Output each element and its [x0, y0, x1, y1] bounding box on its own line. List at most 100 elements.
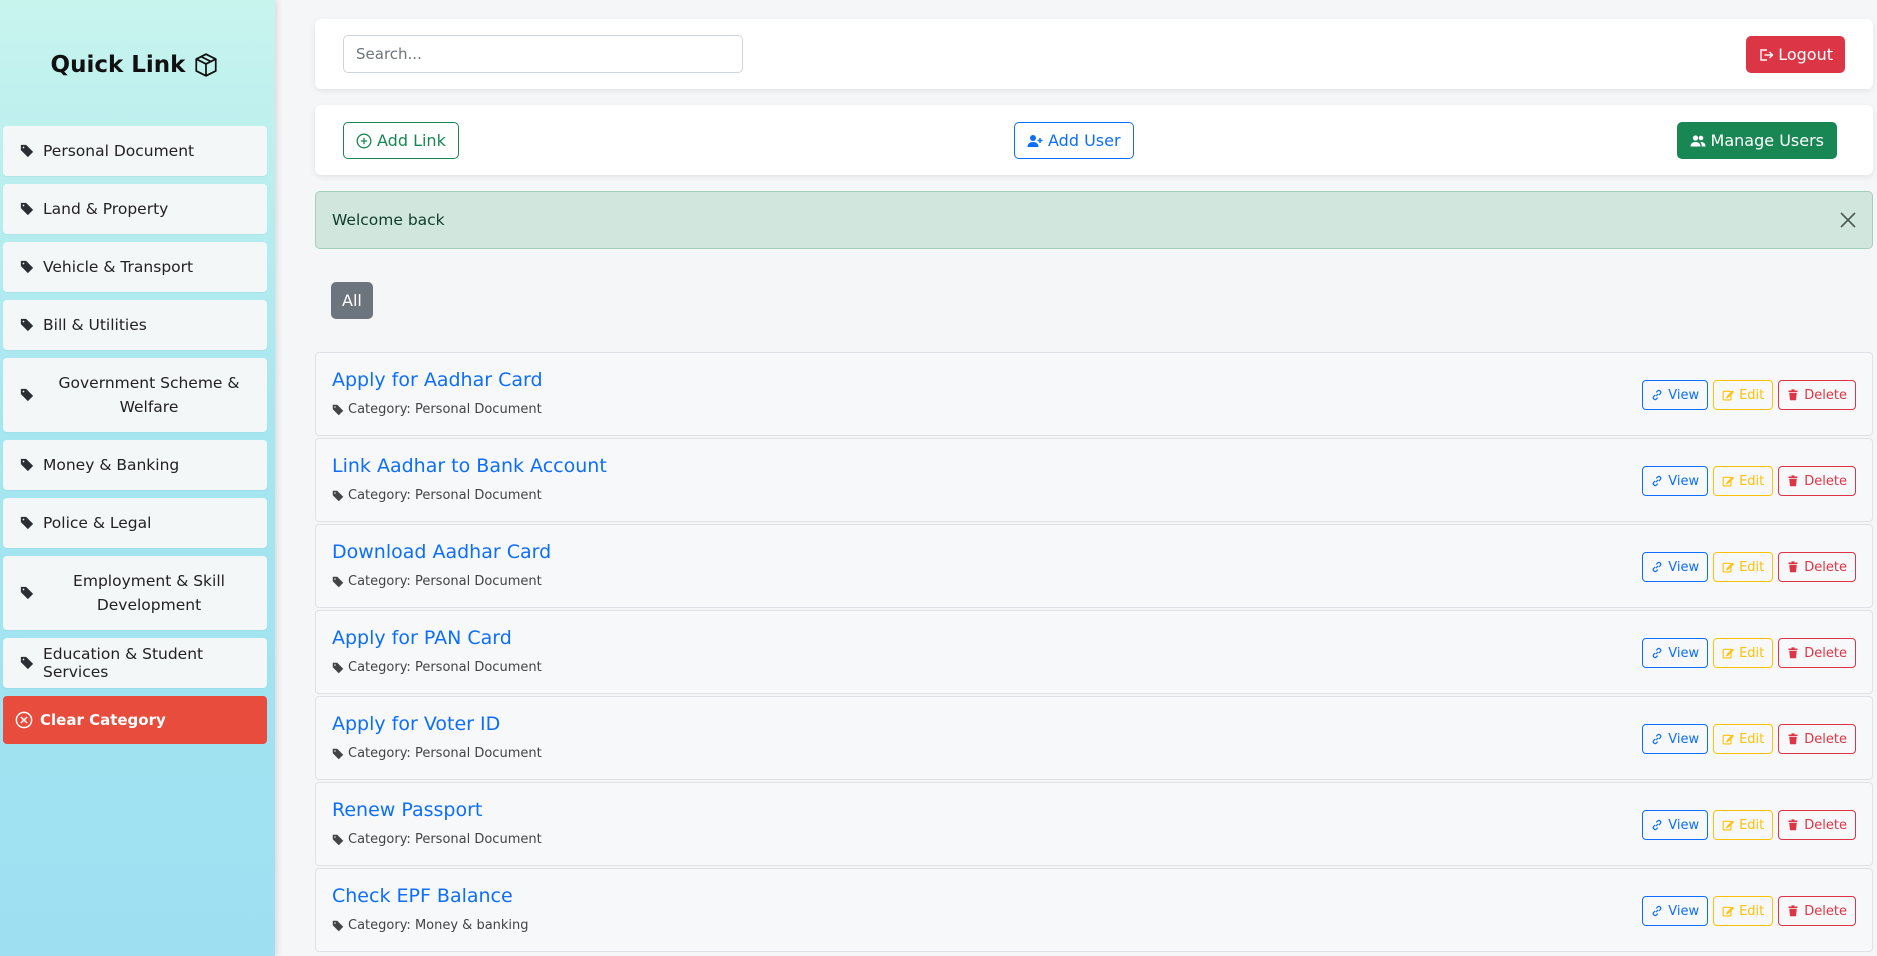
view-button[interactable]: View	[1642, 638, 1709, 668]
sidebar-item-education-student[interactable]: Education & Student Services	[3, 638, 267, 688]
view-button[interactable]: View	[1642, 724, 1709, 754]
sidebar-item-label: Bill & Utilities	[43, 316, 147, 334]
manage-users-label: Manage Users	[1710, 131, 1824, 150]
tag-icon	[20, 656, 34, 670]
link-category-text: Category: Personal Document	[348, 832, 542, 847]
link-title[interactable]: Apply for Aadhar Card	[332, 369, 543, 391]
link-title[interactable]: Download Aadhar Card	[332, 541, 551, 563]
delete-button[interactable]: Delete	[1778, 810, 1856, 840]
link-icon	[1652, 905, 1662, 917]
delete-label: Delete	[1804, 817, 1847, 833]
sidebar-item-police-legal[interactable]: Police & Legal	[3, 498, 267, 548]
trash-icon	[1788, 905, 1798, 917]
brand-title: Quick Link	[50, 52, 186, 78]
link-title[interactable]: Apply for Voter ID	[332, 713, 500, 735]
tag-icon	[20, 318, 34, 332]
alert-message: Welcome back	[332, 211, 445, 229]
edit-button[interactable]: Edit	[1713, 810, 1774, 840]
view-button[interactable]: View	[1642, 552, 1709, 582]
tag-icon	[20, 458, 34, 472]
view-label: View	[1668, 903, 1700, 919]
link-category-text: Category: Personal Document	[348, 746, 542, 761]
delete-button[interactable]: Delete	[1778, 638, 1856, 668]
delete-button[interactable]: Delete	[1778, 380, 1856, 410]
row-actions: View Edit Delete	[1642, 466, 1856, 496]
close-icon[interactable]	[1838, 210, 1858, 230]
link-category-text: Category: Personal Document	[348, 660, 542, 675]
add-link-label: Add Link	[377, 131, 446, 150]
view-label: View	[1668, 387, 1700, 403]
view-label: View	[1668, 473, 1700, 489]
sidebar-item-label: Government Scheme & Welfare	[58, 374, 240, 416]
view-button[interactable]: View	[1642, 466, 1709, 496]
sidebar-item-vehicle-transport[interactable]: Vehicle & Transport	[3, 242, 267, 292]
sidebar-item-label: Money & Banking	[43, 456, 180, 474]
x-circle-icon	[15, 711, 33, 729]
delete-button[interactable]: Delete	[1778, 552, 1856, 582]
list-item: Renew Passport Category: Personal Docume…	[315, 782, 1873, 866]
sidebar-item-employment-skill[interactable]: Employment & Skill Development	[3, 556, 267, 630]
link-category: Category: Personal Document	[332, 832, 542, 847]
tag-icon	[332, 748, 344, 759]
add-user-button[interactable]: Add User	[1014, 122, 1134, 159]
view-button[interactable]: View	[1642, 380, 1709, 410]
edit-button[interactable]: Edit	[1713, 896, 1774, 926]
logout-button[interactable]: Logout	[1746, 36, 1845, 73]
view-button[interactable]: View	[1642, 896, 1709, 926]
link-category: Category: Personal Document	[332, 574, 542, 589]
edit-button[interactable]: Edit	[1713, 724, 1774, 754]
logout-label: Logout	[1778, 45, 1833, 64]
delete-label: Delete	[1804, 473, 1847, 489]
sidebar-item-personal-document[interactable]: Personal Document	[3, 126, 267, 176]
tag-icon	[20, 516, 34, 530]
delete-label: Delete	[1804, 645, 1847, 661]
delete-button[interactable]: Delete	[1778, 896, 1856, 926]
tag-icon	[20, 586, 34, 600]
edit-icon	[1722, 820, 1735, 831]
view-label: View	[1668, 731, 1700, 747]
manage-users-button[interactable]: Manage Users	[1676, 122, 1837, 159]
edit-icon	[1722, 906, 1735, 917]
view-label: View	[1668, 645, 1700, 661]
link-title[interactable]: Link Aadhar to Bank Account	[332, 455, 607, 477]
edit-button[interactable]: Edit	[1713, 552, 1774, 582]
edit-button[interactable]: Edit	[1713, 380, 1774, 410]
link-category: Category: Personal Document	[332, 402, 542, 417]
row-actions: View Edit Delete	[1642, 724, 1856, 754]
edit-button[interactable]: Edit	[1713, 466, 1774, 496]
delete-button[interactable]: Delete	[1778, 724, 1856, 754]
filter-all-button[interactable]: All	[331, 282, 373, 319]
sidebar-item-label: Employment & Skill Development	[73, 572, 225, 614]
view-button[interactable]: View	[1642, 810, 1709, 840]
link-title[interactable]: Renew Passport	[332, 799, 482, 821]
link-title[interactable]: Check EPF Balance	[332, 885, 513, 907]
view-label: View	[1668, 559, 1700, 575]
delete-button[interactable]: Delete	[1778, 466, 1856, 496]
link-category: Category: Money & banking	[332, 918, 529, 933]
search-input[interactable]	[343, 35, 743, 73]
sidebar-item-land-property[interactable]: Land & Property	[3, 184, 267, 234]
delete-label: Delete	[1804, 731, 1847, 747]
edit-label: Edit	[1739, 731, 1765, 747]
add-user-label: Add User	[1048, 131, 1121, 150]
sidebar: Quick Link Personal Document Land & Prop…	[0, 0, 275, 956]
edit-label: Edit	[1739, 387, 1765, 403]
link-list: Apply for Aadhar Card Category: Personal…	[315, 352, 1873, 954]
logout-icon	[1760, 48, 1774, 61]
clear-category-button[interactable]: Clear Category	[3, 696, 267, 744]
link-title[interactable]: Apply for PAN Card	[332, 627, 512, 649]
brand: Quick Link	[0, 52, 270, 78]
delete-label: Delete	[1804, 903, 1847, 919]
category-list: Personal Document Land & Property Vehicl…	[3, 126, 267, 744]
edit-button[interactable]: Edit	[1713, 638, 1774, 668]
link-category-text: Category: Personal Document	[348, 488, 542, 503]
sidebar-item-bill-utilities[interactable]: Bill & Utilities	[3, 300, 267, 350]
link-icon	[1652, 733, 1662, 745]
link-category: Category: Personal Document	[332, 488, 542, 503]
add-link-button[interactable]: Add Link	[343, 122, 459, 159]
sidebar-item-government-scheme[interactable]: Government Scheme & Welfare	[3, 358, 267, 432]
users-icon	[1690, 134, 1706, 146]
edit-label: Edit	[1739, 473, 1765, 489]
link-category: Category: Personal Document	[332, 746, 542, 761]
sidebar-item-money-banking[interactable]: Money & Banking	[3, 440, 267, 490]
